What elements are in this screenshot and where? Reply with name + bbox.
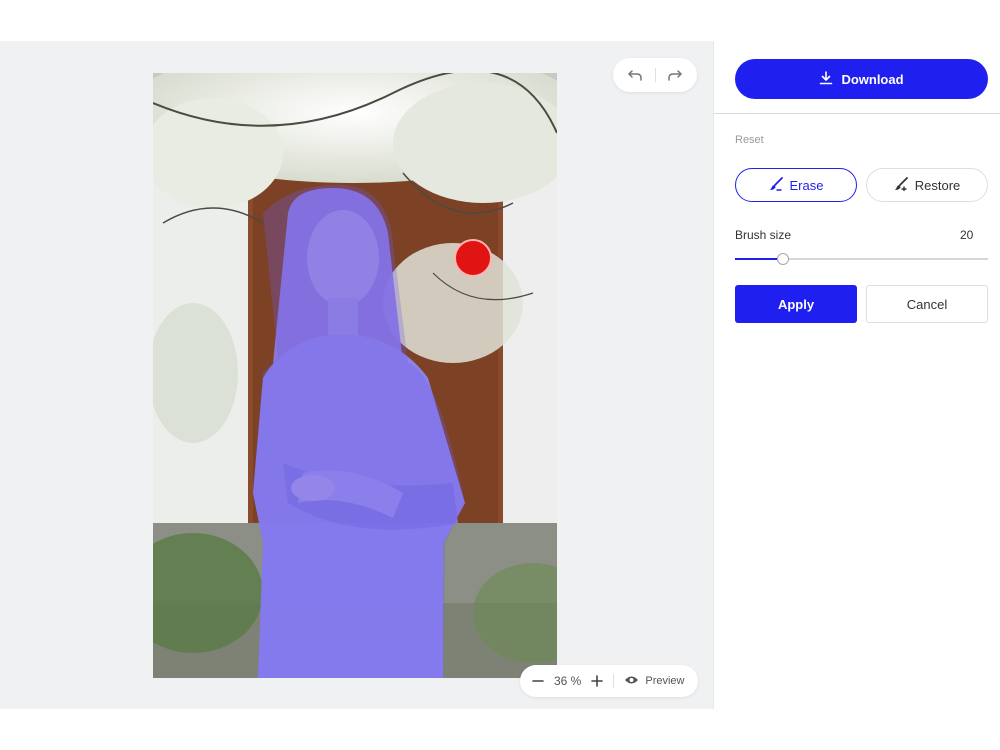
preview-button[interactable]: Preview (624, 675, 684, 688)
erase-label: Erase (789, 177, 824, 193)
history-divider (654, 68, 656, 82)
minus-icon[interactable] (532, 675, 544, 687)
app: 36 % Preview Download Reset Erase Restor… (0, 0, 1000, 750)
sidebar-divider (714, 113, 1000, 114)
plus-icon[interactable] (591, 675, 604, 687)
redo-icon[interactable] (667, 67, 683, 83)
brush-size-value: 20 (960, 228, 974, 242)
slider-fill (735, 258, 784, 260)
zoom-controls: 36 % Preview (520, 665, 698, 697)
brush-size-label: Brush size (735, 228, 792, 242)
brush-cursor (454, 239, 492, 277)
brush-size-slider[interactable] (735, 252, 988, 266)
restore-label: Restore (914, 177, 961, 193)
reset-link[interactable]: Reset (735, 134, 764, 146)
apply-button[interactable]: Apply (735, 285, 857, 323)
cancel-button[interactable]: Cancel (866, 285, 988, 323)
photo-image (153, 73, 557, 678)
brush-erase-icon (769, 176, 783, 194)
undo-icon[interactable] (627, 67, 643, 83)
photo-canvas[interactable] (153, 73, 557, 678)
sidebar: Download Reset Erase Restore Brush size … (713, 41, 1000, 709)
eye-icon (624, 675, 639, 688)
erase-button[interactable]: Erase (735, 168, 857, 202)
download-label: Download (841, 71, 904, 87)
zoom-value: 36 % (554, 674, 582, 688)
restore-button[interactable]: Restore (866, 168, 988, 202)
zoom-divider (613, 674, 615, 688)
preview-label: Preview (645, 675, 685, 687)
history-controls (613, 58, 697, 92)
canvas-area: 36 % Preview (0, 41, 713, 709)
brush-restore-icon (894, 176, 908, 194)
download-button[interactable]: Download (735, 59, 988, 99)
slider-thumb[interactable] (777, 253, 790, 265)
download-icon (819, 70, 833, 88)
